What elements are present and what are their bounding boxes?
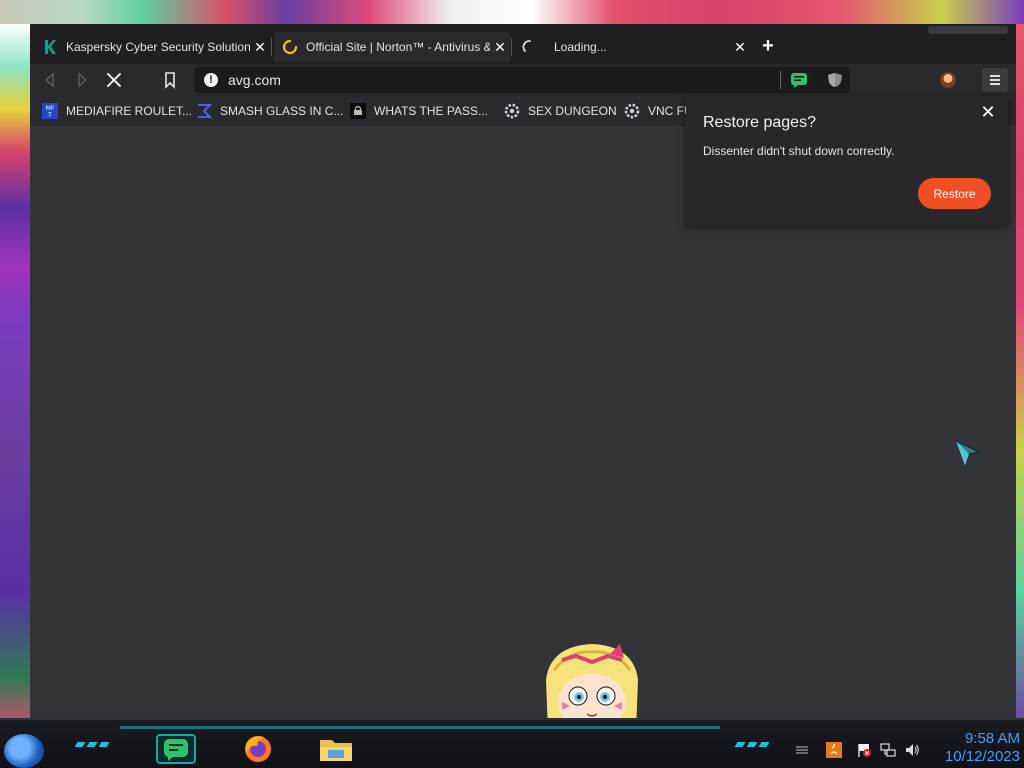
taskbar-app-dissenter[interactable] [156, 734, 196, 764]
java-update-icon[interactable] [826, 742, 842, 758]
tab-title: Official Site | Norton™ - Antivirus & [306, 40, 490, 54]
system-clock[interactable]: 9:58 AM 10/12/2023 [945, 730, 1020, 766]
tab-loading[interactable]: Loading... ✕ [514, 32, 750, 62]
bookmark-label: SEX DUNGEON [528, 104, 617, 118]
tab-close-icon[interactable]: ✕ [490, 39, 510, 56]
clock-date: 10/12/2023 [944, 748, 1020, 765]
address-bar-separator [780, 71, 781, 89]
taskbar: 9:58 AM 10/12/2023 [0, 718, 1024, 768]
taskbar-decoration [86, 742, 98, 747]
bookmark-label: SMASH GLASS IN C... [220, 104, 344, 118]
tab-kaspersky[interactable]: Kaspersky Cyber Security Solutions ✕ [34, 32, 270, 62]
tab-title: Loading... [554, 40, 607, 54]
bookmark-whats-the-pass[interactable]: WHATS THE PASS... [350, 103, 488, 119]
desktop-wallpaper-left [0, 24, 30, 734]
network-icon[interactable] [880, 742, 896, 758]
menu-bar [990, 75, 1000, 77]
main-menu-button[interactable] [982, 68, 1008, 92]
taskbar-app-file-explorer[interactable] [316, 734, 356, 764]
firefox-icon [245, 736, 271, 762]
bookmark-smash-glass[interactable]: SMASH GLASS IN C... [196, 103, 343, 119]
loading-spinner-icon [282, 39, 298, 55]
avatar[interactable] [940, 72, 956, 88]
gear-site-icon [624, 103, 640, 119]
address-bar[interactable]: ! avg.com [194, 67, 850, 93]
tab-separator [271, 38, 272, 56]
bookmark-site-icon [350, 103, 366, 119]
tab-title: Kaspersky Cyber Security Solutions [66, 40, 250, 54]
folder-icon [320, 740, 352, 761]
menu-bar [990, 79, 1000, 81]
url-text[interactable]: avg.com [228, 72, 281, 88]
mouse-cursor-icon [955, 440, 981, 468]
bookmark-sex-dungeon[interactable]: SEX DUNGEON [504, 103, 617, 119]
bookmark-label: WHATS THE PASS... [374, 104, 489, 118]
dissenter-icon [164, 739, 188, 761]
close-icon[interactable]: ✕ [978, 102, 998, 122]
taskbar-decoration [758, 742, 770, 747]
tab-close-icon[interactable]: ✕ [730, 39, 750, 56]
volume-icon[interactable] [904, 742, 920, 758]
tab-strip: Kaspersky Cyber Security Solutions ✕ Off… [30, 24, 1016, 64]
stop-loading-icon[interactable] [104, 70, 124, 90]
tab-close-icon[interactable]: ✕ [250, 39, 270, 56]
site-info-icon[interactable]: ! [204, 73, 218, 87]
gear-site-icon [504, 103, 520, 119]
back-icon[interactable] [40, 70, 60, 90]
popup-title: Restore pages? [703, 114, 816, 131]
kaspersky-k-icon [45, 40, 56, 54]
mediafire-icon: MF T [42, 103, 58, 119]
bookmark-mediafire[interactable]: MF T MEDIAFIRE ROULET... [42, 103, 192, 119]
taskbar-decoration [746, 742, 758, 747]
shield-icon[interactable] [826, 72, 844, 88]
popup-message: Dissenter didn't shut down correctly. [703, 144, 895, 158]
svg-text:T: T [47, 112, 52, 119]
window-controls[interactable] [928, 26, 1008, 34]
action-center-flag-icon[interactable] [856, 742, 872, 758]
desktop-wallpaper-top [0, 0, 1024, 24]
sigma-icon [198, 104, 212, 118]
taskbar-decoration [98, 742, 110, 747]
navigation-toolbar: ! avg.com [30, 64, 1016, 96]
restore-button[interactable]: Restore [918, 178, 991, 209]
tab-separator [511, 38, 512, 56]
svg-text:MF: MF [46, 105, 55, 112]
dissenter-comment-icon[interactable] [790, 72, 808, 88]
bookmark-vnc[interactable]: VNC FU [624, 103, 693, 119]
forward-icon[interactable] [72, 70, 92, 90]
browser-window: Kaspersky Cyber Security Solutions ✕ Off… [30, 24, 1016, 718]
bookmark-label: MEDIAFIRE ROULET... [66, 104, 193, 118]
taskbar-glow [120, 726, 720, 729]
show-hidden-icons-icon[interactable] [794, 742, 810, 758]
restore-pages-popup: Restore pages? Dissenter didn't shut dow… [686, 96, 1008, 226]
menu-bar [990, 83, 1000, 85]
tab-norton[interactable]: Official Site | Norton™ - Antivirus & ✕ [274, 32, 510, 62]
taskbar-decoration [74, 742, 86, 747]
taskbar-decoration [734, 742, 746, 747]
start-button[interactable] [4, 734, 44, 768]
clock-time: 9:58 AM [964, 730, 1020, 747]
bookmark-icon[interactable] [160, 70, 180, 90]
taskbar-app-firefox[interactable] [238, 734, 278, 764]
new-tab-button[interactable]: + [758, 36, 778, 57]
loading-spinner-icon [522, 40, 531, 52]
